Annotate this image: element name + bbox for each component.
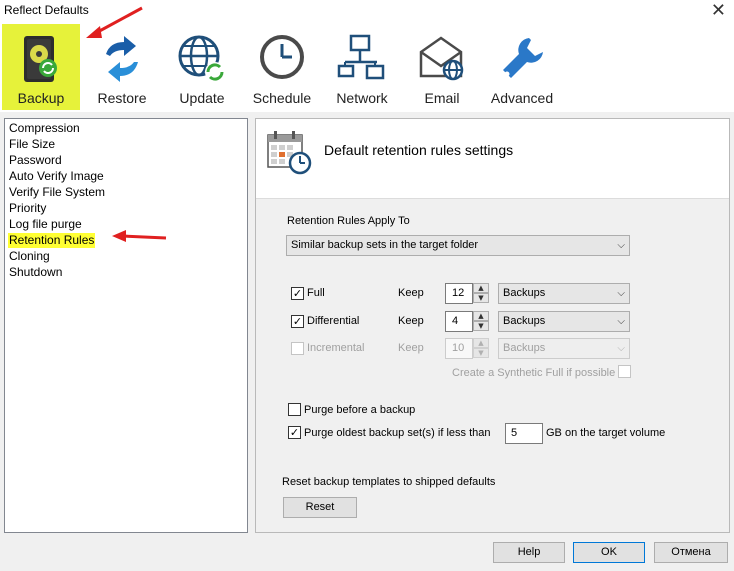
- full-checkbox[interactable]: ✓: [291, 287, 304, 300]
- reset-button[interactable]: Reset: [283, 497, 357, 518]
- incremental-unit-value: Backups: [503, 342, 546, 354]
- reset-label: Reset backup templates to shipped defaul…: [282, 476, 496, 488]
- nav-item-shutdown[interactable]: Shutdown: [8, 265, 63, 280]
- toolbar-restore-button[interactable]: Restore: [84, 24, 160, 110]
- nav-item-cloning[interactable]: Cloning: [8, 249, 51, 264]
- title-bar: Reflect Defaults ✕: [0, 0, 734, 22]
- full-keep-spinner[interactable]: ▲ ▼: [473, 283, 489, 304]
- calendar-clock-icon: [267, 131, 312, 175]
- toolbar-network-button[interactable]: Network: [326, 24, 398, 110]
- purge-oldest-checkbox[interactable]: ✓: [288, 426, 301, 439]
- spin-up-icon[interactable]: ▲: [473, 311, 489, 321]
- retention-settings-panel: Default retention rules settings Retenti…: [255, 118, 730, 533]
- incremental-keep-spinner[interactable]: ▲ ▼: [473, 338, 489, 359]
- network-icon: [337, 34, 385, 80]
- incremental-checkbox[interactable]: [291, 342, 304, 355]
- toolbar-label: Schedule: [252, 90, 312, 106]
- purge-oldest-gb-input[interactable]: 5: [505, 423, 543, 444]
- restore-arrows-icon: [106, 36, 138, 82]
- help-button[interactable]: Help: [493, 542, 565, 563]
- close-icon[interactable]: ✕: [711, 0, 726, 22]
- differential-unit-value: Backups: [503, 315, 546, 327]
- apply-to-dropdown[interactable]: Similar backup sets in the target folder…: [286, 235, 630, 256]
- nav-item-verify-file-system[interactable]: Verify File System: [8, 185, 106, 200]
- spin-up-icon[interactable]: ▲: [473, 283, 489, 293]
- nav-item-password[interactable]: Password: [8, 153, 63, 168]
- synthetic-full-checkbox[interactable]: [618, 365, 631, 378]
- nav-item-auto-verify-image[interactable]: Auto Verify Image: [8, 169, 105, 184]
- synthetic-full-label: Create a Synthetic Full if possible: [452, 367, 616, 379]
- keep-label: Keep: [398, 342, 424, 354]
- apply-to-value: Similar backup sets in the target folder: [291, 239, 479, 251]
- ok-button[interactable]: OK: [573, 542, 645, 563]
- differential-unit-dropdown[interactable]: Backups ⌵: [498, 311, 630, 332]
- chevron-down-icon: ⌵: [617, 316, 625, 327]
- toolbar-label: Backup: [17, 90, 65, 106]
- toolbar-label: Network: [336, 90, 388, 106]
- nav-item-compression[interactable]: Compression: [8, 121, 81, 136]
- window-title: Reflect Defaults: [4, 3, 89, 17]
- wrench-icon: [503, 38, 543, 78]
- full-unit-dropdown[interactable]: Backups ⌵: [498, 283, 630, 304]
- purge-before-checkbox[interactable]: [288, 403, 301, 416]
- panel-header: Default retention rules settings: [256, 119, 729, 199]
- purge-oldest-unit: GB on the target volume: [546, 427, 666, 439]
- spin-up-icon[interactable]: ▲: [473, 338, 489, 348]
- spin-down-icon[interactable]: ▼: [473, 293, 489, 303]
- differential-checkbox[interactable]: ✓: [291, 315, 304, 328]
- full-label: Full: [307, 287, 325, 299]
- full-unit-value: Backups: [503, 287, 546, 299]
- nav-item-file-size[interactable]: File Size: [8, 137, 56, 152]
- incremental-label: Incremental: [307, 342, 365, 354]
- chevron-down-icon: ⌵: [617, 343, 625, 354]
- incremental-unit-dropdown[interactable]: Backups ⌵: [498, 338, 630, 359]
- chevron-down-icon: ⌵: [617, 240, 625, 251]
- toolbar-email-button[interactable]: Email: [406, 24, 478, 110]
- differential-label: Differential: [307, 315, 360, 327]
- cancel-button[interactable]: Отмена: [654, 542, 728, 563]
- spin-down-icon[interactable]: ▼: [473, 321, 489, 331]
- toolbar-label: Email: [424, 90, 460, 106]
- toolbar-label: Update: [179, 90, 225, 106]
- clock-icon: [260, 35, 304, 79]
- purge-before-label: Purge before a backup: [304, 404, 416, 416]
- nav-item-log-file-purge[interactable]: Log file purge: [8, 217, 83, 232]
- nav-item-retention-rules[interactable]: Retention Rules: [8, 233, 96, 248]
- incremental-keep-input[interactable]: 10: [445, 338, 473, 359]
- toolbar-label: Restore: [97, 90, 147, 106]
- toolbar-advanced-button[interactable]: Advanced: [484, 24, 560, 110]
- full-keep-input[interactable]: 12: [445, 283, 473, 304]
- nav-item-priority[interactable]: Priority: [8, 201, 47, 216]
- spin-down-icon[interactable]: ▼: [473, 348, 489, 358]
- chevron-down-icon: ⌵: [617, 288, 625, 299]
- toolbar-label: Advanced: [490, 90, 554, 106]
- toolbar: Backup Restore Update Schedule Network E…: [0, 22, 734, 112]
- panel-title: Default retention rules settings: [324, 142, 514, 158]
- keep-label: Keep: [398, 287, 424, 299]
- backup-drive-icon: [24, 36, 57, 82]
- differential-keep-input[interactable]: 4: [445, 311, 473, 332]
- apply-to-label: Retention Rules Apply To: [287, 215, 410, 227]
- settings-category-list: Compression File Size Password Auto Veri…: [4, 118, 248, 533]
- keep-label: Keep: [398, 315, 424, 327]
- toolbar-backup-button[interactable]: Backup: [2, 24, 80, 110]
- toolbar-update-button[interactable]: Update: [164, 24, 240, 110]
- globe-update-icon: [178, 35, 225, 82]
- envelope-icon: [419, 36, 464, 81]
- toolbar-schedule-button[interactable]: Schedule: [246, 24, 318, 110]
- purge-oldest-label: Purge oldest backup set(s) if less than: [304, 427, 491, 439]
- differential-keep-spinner[interactable]: ▲ ▼: [473, 311, 489, 332]
